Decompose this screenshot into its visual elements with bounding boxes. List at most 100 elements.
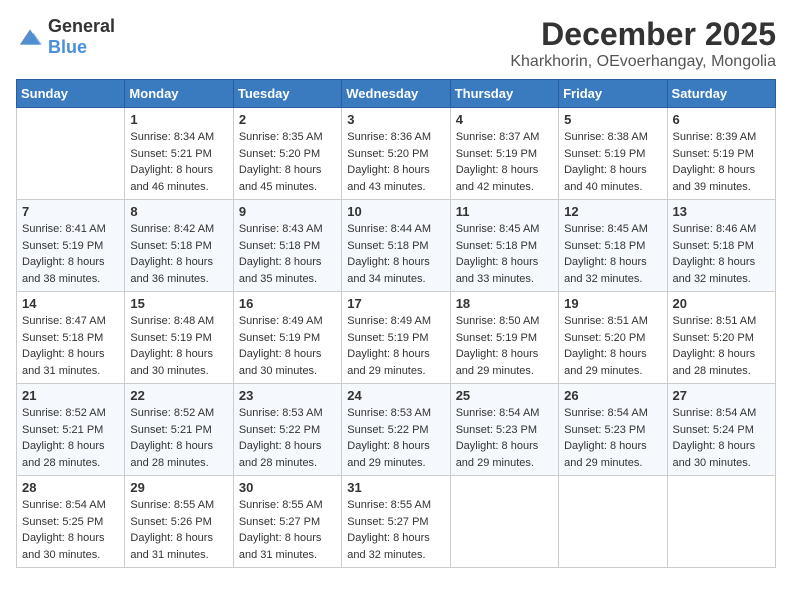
sunrise: Sunrise: 8:36 AM [347,131,431,143]
sunset: Sunset: 5:20 PM [564,332,645,344]
calendar-day-cell: 23 Sunrise: 8:53 AM Sunset: 5:22 PM Dayl… [233,384,341,476]
calendar-day-cell: 20 Sunrise: 8:51 AM Sunset: 5:20 PM Dayl… [667,292,775,384]
sunrise: Sunrise: 8:44 AM [347,223,431,235]
daylight: Daylight: 8 hours and 46 minutes. [130,164,213,193]
daylight: Daylight: 8 hours and 32 minutes. [673,256,756,285]
sunrise: Sunrise: 8:48 AM [130,315,214,327]
day-info: Sunrise: 8:52 AM Sunset: 5:21 PM Dayligh… [130,405,227,471]
day-info: Sunrise: 8:42 AM Sunset: 5:18 PM Dayligh… [130,221,227,287]
day-number: 19 [564,296,661,311]
daylight: Daylight: 8 hours and 31 minutes. [22,348,105,377]
calendar-day-cell: 7 Sunrise: 8:41 AM Sunset: 5:19 PM Dayli… [17,200,125,292]
sunset: Sunset: 5:18 PM [456,240,537,252]
day-number: 16 [239,296,336,311]
location-title: Kharkhorin, OEvoerhangay, Mongolia [510,53,776,71]
day-number: 21 [22,388,119,403]
day-info: Sunrise: 8:55 AM Sunset: 5:27 PM Dayligh… [347,497,444,563]
sunrise: Sunrise: 8:54 AM [564,407,648,419]
sunrise: Sunrise: 8:41 AM [22,223,106,235]
day-info: Sunrise: 8:36 AM Sunset: 5:20 PM Dayligh… [347,129,444,195]
day-info: Sunrise: 8:53 AM Sunset: 5:22 PM Dayligh… [239,405,336,471]
day-number: 30 [239,480,336,495]
sunset: Sunset: 5:27 PM [347,516,428,528]
day-info: Sunrise: 8:52 AM Sunset: 5:21 PM Dayligh… [22,405,119,471]
sunset: Sunset: 5:19 PM [239,332,320,344]
sunset: Sunset: 5:21 PM [130,424,211,436]
sunset: Sunset: 5:18 PM [22,332,103,344]
sunrise: Sunrise: 8:54 AM [673,407,757,419]
calendar-day-cell: 27 Sunrise: 8:54 AM Sunset: 5:24 PM Dayl… [667,384,775,476]
daylight: Daylight: 8 hours and 28 minutes. [22,440,105,469]
sunrise: Sunrise: 8:39 AM [673,131,757,143]
daylight: Daylight: 8 hours and 34 minutes. [347,256,430,285]
daylight: Daylight: 8 hours and 32 minutes. [347,532,430,561]
calendar-day-cell: 22 Sunrise: 8:52 AM Sunset: 5:21 PM Dayl… [125,384,233,476]
daylight: Daylight: 8 hours and 33 minutes. [456,256,539,285]
calendar-day-cell: 26 Sunrise: 8:54 AM Sunset: 5:23 PM Dayl… [559,384,667,476]
sunrise: Sunrise: 8:35 AM [239,131,323,143]
calendar-day-cell [559,476,667,568]
calendar-day-cell: 19 Sunrise: 8:51 AM Sunset: 5:20 PM Dayl… [559,292,667,384]
sunset: Sunset: 5:20 PM [239,148,320,160]
daylight: Daylight: 8 hours and 29 minutes. [564,348,647,377]
sunrise: Sunrise: 8:52 AM [130,407,214,419]
day-info: Sunrise: 8:46 AM Sunset: 5:18 PM Dayligh… [673,221,770,287]
day-number: 24 [347,388,444,403]
daylight: Daylight: 8 hours and 31 minutes. [130,532,213,561]
sunset: Sunset: 5:19 PM [564,148,645,160]
sunset: Sunset: 5:25 PM [22,516,103,528]
sunrise: Sunrise: 8:43 AM [239,223,323,235]
calendar-day-cell: 30 Sunrise: 8:55 AM Sunset: 5:27 PM Dayl… [233,476,341,568]
day-info: Sunrise: 8:55 AM Sunset: 5:27 PM Dayligh… [239,497,336,563]
day-number: 26 [564,388,661,403]
day-info: Sunrise: 8:45 AM Sunset: 5:18 PM Dayligh… [564,221,661,287]
day-info: Sunrise: 8:35 AM Sunset: 5:20 PM Dayligh… [239,129,336,195]
day-number: 3 [347,112,444,127]
calendar-week-row: 1 Sunrise: 8:34 AM Sunset: 5:21 PM Dayli… [17,108,776,200]
weekday-header-cell: Wednesday [342,80,450,108]
day-number: 1 [130,112,227,127]
sunset: Sunset: 5:23 PM [564,424,645,436]
daylight: Daylight: 8 hours and 38 minutes. [22,256,105,285]
logo-icon [16,26,44,48]
daylight: Daylight: 8 hours and 30 minutes. [130,348,213,377]
sunset: Sunset: 5:23 PM [456,424,537,436]
sunset: Sunset: 5:19 PM [22,240,103,252]
day-number: 5 [564,112,661,127]
sunrise: Sunrise: 8:50 AM [456,315,540,327]
sunset: Sunset: 5:19 PM [673,148,754,160]
calendar-day-cell [17,108,125,200]
sunrise: Sunrise: 8:55 AM [130,499,214,511]
day-info: Sunrise: 8:53 AM Sunset: 5:22 PM Dayligh… [347,405,444,471]
calendar-week-row: 14 Sunrise: 8:47 AM Sunset: 5:18 PM Dayl… [17,292,776,384]
daylight: Daylight: 8 hours and 29 minutes. [456,440,539,469]
day-number: 14 [22,296,119,311]
daylight: Daylight: 8 hours and 28 minutes. [130,440,213,469]
day-info: Sunrise: 8:45 AM Sunset: 5:18 PM Dayligh… [456,221,553,287]
day-info: Sunrise: 8:54 AM Sunset: 5:23 PM Dayligh… [456,405,553,471]
sunset: Sunset: 5:24 PM [673,424,754,436]
calendar-day-cell: 17 Sunrise: 8:49 AM Sunset: 5:19 PM Dayl… [342,292,450,384]
sunrise: Sunrise: 8:47 AM [22,315,106,327]
calendar-day-cell: 28 Sunrise: 8:54 AM Sunset: 5:25 PM Dayl… [17,476,125,568]
logo: General Blue [16,16,115,58]
calendar-day-cell: 3 Sunrise: 8:36 AM Sunset: 5:20 PM Dayli… [342,108,450,200]
calendar-day-cell: 12 Sunrise: 8:45 AM Sunset: 5:18 PM Dayl… [559,200,667,292]
day-number: 28 [22,480,119,495]
sunset: Sunset: 5:18 PM [673,240,754,252]
daylight: Daylight: 8 hours and 32 minutes. [564,256,647,285]
day-number: 8 [130,204,227,219]
sunset: Sunset: 5:21 PM [130,148,211,160]
calendar-day-cell: 10 Sunrise: 8:44 AM Sunset: 5:18 PM Dayl… [342,200,450,292]
daylight: Daylight: 8 hours and 31 minutes. [239,532,322,561]
month-title: December 2025 [510,16,776,53]
calendar-day-cell: 6 Sunrise: 8:39 AM Sunset: 5:19 PM Dayli… [667,108,775,200]
daylight: Daylight: 8 hours and 29 minutes. [347,348,430,377]
sunrise: Sunrise: 8:54 AM [456,407,540,419]
day-number: 31 [347,480,444,495]
calendar-day-cell: 24 Sunrise: 8:53 AM Sunset: 5:22 PM Dayl… [342,384,450,476]
day-info: Sunrise: 8:51 AM Sunset: 5:20 PM Dayligh… [564,313,661,379]
calendar-day-cell: 8 Sunrise: 8:42 AM Sunset: 5:18 PM Dayli… [125,200,233,292]
calendar-day-cell: 25 Sunrise: 8:54 AM Sunset: 5:23 PM Dayl… [450,384,558,476]
sunrise: Sunrise: 8:49 AM [239,315,323,327]
